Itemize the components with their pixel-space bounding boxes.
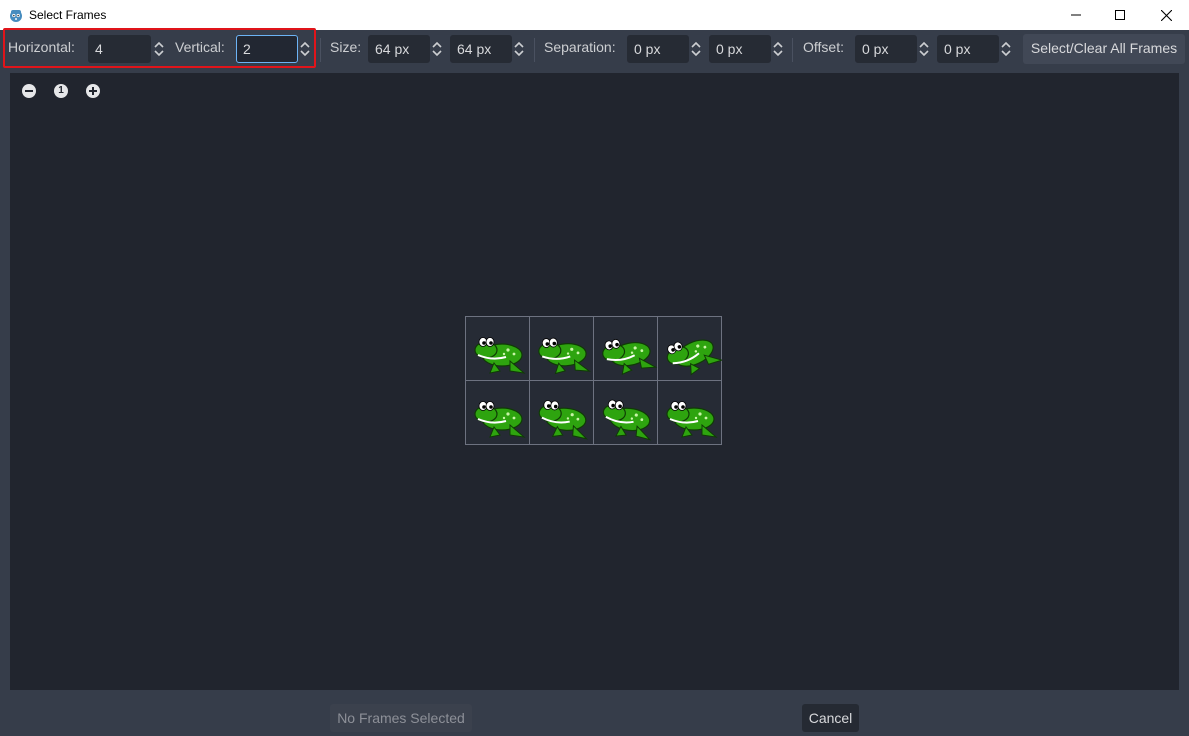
toolbar-divider [534, 38, 535, 62]
frog-sprite-icon [658, 381, 722, 445]
annotation-highlight-box [3, 28, 316, 68]
maximize-icon [1115, 10, 1125, 20]
zoom-reset-icon[interactable]: 1 [53, 83, 69, 99]
toolbar-divider [792, 38, 793, 62]
toolbar-divider [320, 38, 321, 62]
frog-frame-3[interactable] [594, 317, 658, 381]
separation-x-spinbox[interactable]: 0 px [627, 35, 705, 63]
spin-arrows-icon[interactable] [918, 41, 930, 57]
cancel-button[interactable]: Cancel [802, 704, 859, 732]
frog-sprite-icon [530, 317, 593, 381]
sprite-sheet [465, 316, 722, 445]
spin-arrows-icon[interactable] [690, 41, 702, 57]
frog-frame-1[interactable] [466, 317, 530, 381]
window-title: Select Frames [29, 8, 107, 22]
size-y-spinbox[interactable]: 64 px [450, 35, 528, 63]
spin-arrows-icon[interactable] [1000, 41, 1012, 57]
frog-sprite-icon [594, 381, 657, 445]
frog-frame-4[interactable] [658, 317, 722, 381]
spin-arrows-icon[interactable] [513, 41, 525, 57]
frog-sprite-icon [466, 381, 529, 445]
close-icon [1160, 9, 1172, 21]
size-x-spinbox[interactable]: 64 px [368, 35, 446, 63]
frog-frame-5[interactable] [466, 381, 530, 445]
zoom-in-icon[interactable] [85, 83, 101, 99]
minimize-icon [1071, 10, 1081, 20]
zoom-reset-text: 1 [58, 85, 64, 96]
godot-icon [8, 7, 24, 23]
frames-viewport[interactable]: 1 [10, 73, 1179, 690]
separation-y-input[interactable]: 0 px [709, 35, 771, 63]
separation-y-spinbox[interactable]: 0 px [709, 35, 787, 63]
frog-frame-8[interactable] [658, 381, 722, 445]
offset-label: Offset: [803, 39, 844, 55]
window-titlebar: Select Frames [0, 0, 1189, 30]
offset-y-spinbox[interactable]: 0 px [937, 35, 1015, 63]
offset-y-input[interactable]: 0 px [937, 35, 999, 63]
size-y-input[interactable]: 64 px [450, 35, 512, 63]
frog-frame-6[interactable] [530, 381, 594, 445]
frog-sprite-icon [594, 317, 658, 381]
offset-x-input[interactable]: 0 px [855, 35, 917, 63]
maximize-button[interactable] [1097, 0, 1143, 30]
frog-frame-7[interactable] [594, 381, 658, 445]
spin-arrows-icon[interactable] [431, 41, 443, 57]
separation-x-input[interactable]: 0 px [627, 35, 689, 63]
spin-arrows-icon[interactable] [772, 41, 784, 57]
frog-frame-2[interactable] [530, 317, 594, 381]
close-button[interactable] [1143, 0, 1189, 30]
frog-sprite-icon [530, 381, 593, 445]
minimize-button[interactable] [1053, 0, 1099, 30]
size-x-input[interactable]: 64 px [368, 35, 430, 63]
separation-label: Separation: [544, 39, 616, 55]
select-clear-all-button[interactable]: Select/Clear All Frames [1023, 34, 1185, 64]
confirm-frames-button[interactable]: No Frames Selected [330, 704, 472, 732]
zoom-out-icon[interactable] [21, 83, 37, 99]
size-label: Size: [330, 39, 362, 55]
frog-sprite-icon [658, 317, 722, 381]
frog-sprite-icon [466, 317, 529, 381]
offset-x-spinbox[interactable]: 0 px [855, 35, 933, 63]
